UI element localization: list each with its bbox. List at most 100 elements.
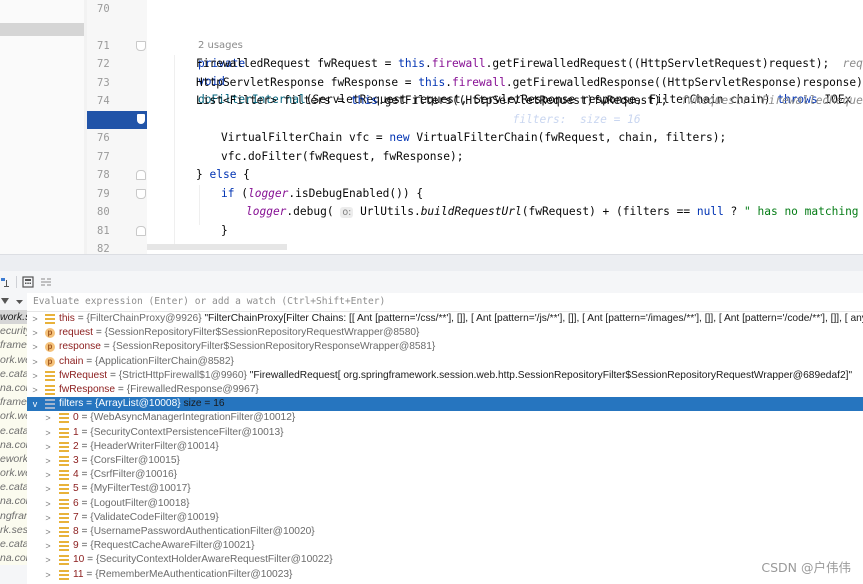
list-item[interactable]: >0 = {WebAsyncManagerIntegrationFilter@1… [27, 411, 863, 425]
fold-icon[interactable] [136, 189, 146, 199]
chevron-right-icon[interactable]: > [44, 511, 52, 525]
stack-frame[interactable]: work.s [0, 310, 27, 325]
stack-frame[interactable]: na.core [0, 494, 27, 509]
chevron-right-icon[interactable]: > [31, 340, 39, 354]
chevron-right-icon[interactable]: > [44, 539, 52, 553]
project-tree-selected-row[interactable] [0, 23, 86, 36]
stack-frame[interactable]: e.catal [0, 423, 27, 438]
code-line-79: if (logger.isDebugEnabled()) { [221, 185, 863, 203]
stack-frame[interactable]: rk.sess [0, 522, 27, 537]
chevron-right-icon[interactable]: > [44, 468, 52, 482]
chevron-right-icon[interactable]: > [44, 568, 52, 582]
variable-row[interactable]: > p request = {SessionRepositoryFilter$Ses… [27, 326, 863, 340]
list-item[interactable]: >9 = {RequestCacheAwareFilter@10021} [27, 539, 863, 553]
calculator-icon[interactable] [22, 276, 34, 288]
field-icon [45, 370, 55, 381]
list-item[interactable]: >8 = {UsernamePasswordAuthenticationFilt… [27, 525, 863, 539]
code-text: VirtualFilterChain vfc = [221, 131, 390, 144]
chevron-down-icon[interactable]: v [31, 397, 39, 411]
usages-hint-line: 2 usages [171, 18, 863, 51]
stack-frame[interactable]: ngfram [0, 508, 27, 523]
keyword: new [389, 131, 410, 144]
code-text: .isDebugEnabled()) { [288, 187, 424, 200]
variable-row[interactable]: > p response = {SessionRepositoryFilter$Se… [27, 340, 863, 354]
stack-frame[interactable]: framew [0, 338, 27, 353]
field-icon [59, 541, 69, 552]
stack-frame[interactable]: na.core [0, 380, 27, 396]
chevron-right-icon[interactable]: > [31, 312, 39, 326]
list-item[interactable]: >11 = {RememberMeAuthenticationFilter@10… [27, 568, 863, 582]
keyword: if [221, 187, 235, 200]
keyword: else [209, 168, 237, 181]
chevron-right-icon[interactable]: > [44, 525, 52, 539]
item-type: {RememberMeAuthenticationFilter@10023} [95, 568, 293, 580]
item-type: {LogoutFilter@10018} [90, 497, 190, 509]
equals-sign: = [84, 554, 96, 566]
list-item[interactable]: >5 = {MyFilterTest@10017} [27, 482, 863, 496]
stack-frame[interactable]: na.core [0, 551, 27, 566]
stack-frame[interactable]: ecurity. [0, 324, 27, 339]
stack-frame[interactable]: e.catal [0, 537, 27, 552]
chevron-right-icon[interactable]: > [31, 355, 39, 369]
stack-frame[interactable]: ork.we [0, 409, 27, 424]
stack-frame[interactable]: e.catal [0, 366, 27, 381]
list-item[interactable]: >3 = {CorsFilter@10015} [27, 454, 863, 468]
chevron-right-icon[interactable]: > [31, 383, 39, 397]
variable-row[interactable]: > p chain = {ApplicationFilterChain@8582} [27, 355, 863, 369]
show-types-icon[interactable] [1, 276, 13, 288]
item-text: 2 = {HeaderWriterFilter@10014} [73, 440, 219, 454]
code-text: ( [234, 187, 248, 200]
fold-icon[interactable] [136, 226, 146, 236]
filter-icon[interactable] [1, 298, 9, 304]
chevron-right-icon[interactable]: > [44, 426, 52, 440]
list-item[interactable]: >1 = {SecurityContextPersistenceFilter@1… [27, 426, 863, 440]
restore-layout-icon[interactable] [40, 276, 52, 288]
stack-frame[interactable]: framew [0, 395, 27, 410]
debug-toolbar [0, 271, 863, 294]
stack-frame[interactable]: ework. [0, 451, 27, 467]
list-item[interactable]: >10 = {SecurityContextHolderAwareRequest… [27, 553, 863, 567]
code-text: } [196, 168, 210, 181]
list-item[interactable]: >7 = {ValidateCodeFilter@10019} [27, 511, 863, 525]
equals-sign: = [83, 568, 96, 580]
code-text: .getFilters((HttpServletRequest)fwReques… [377, 94, 668, 107]
evaluate-expression-input[interactable] [33, 294, 853, 309]
chevron-right-icon[interactable]: > [44, 440, 52, 454]
fold-icon[interactable] [137, 114, 145, 124]
fold-icon[interactable] [136, 170, 146, 180]
stack-frame[interactable]: na.core [0, 437, 27, 452]
item-type: {MyFilterTest@10017} [90, 483, 191, 495]
stack-frame[interactable]: ork.we [0, 352, 27, 367]
chevron-right-icon[interactable]: > [44, 497, 52, 511]
code-text: . [425, 57, 432, 70]
variable-row[interactable]: > this = {FilterChainProxy@9926} "FilterC… [27, 312, 863, 326]
variable-text: fwResponse = {FirewalledResponse@9967} [59, 383, 259, 397]
chevron-down-icon[interactable] [16, 300, 23, 304]
variable-row[interactable]: v filters = {ArrayList@10008} size = 16 [27, 397, 863, 412]
variable-row[interactable]: > fwResponse = {FirewalledResponse@9967} [27, 383, 863, 397]
variable-row[interactable]: > fwRequest = {StrictHttpFirewall$1@9960}… [27, 369, 863, 383]
stack-frame[interactable]: ork.we [0, 466, 27, 481]
item-type: {WebAsyncManagerIntegrationFilter@10012} [90, 412, 296, 424]
code-text: List<Filter> filters = [196, 94, 351, 107]
item-text: 9 = {RequestCacheAwareFilter@10021} [73, 539, 255, 553]
code-line-72: FirewalledRequest fwRequest = this.firew… [196, 55, 863, 73]
list-item[interactable]: >4 = {CsrfFilter@10016} [27, 468, 863, 482]
list-item[interactable]: >6 = {LogoutFilter@10018} [27, 497, 863, 511]
field-ref: firewall [431, 57, 486, 70]
chevron-right-icon[interactable]: > [44, 553, 52, 567]
editor-horizontal-scrollbar[interactable] [147, 244, 287, 250]
chevron-right-icon[interactable]: > [44, 411, 52, 425]
chevron-right-icon[interactable]: > [31, 369, 39, 383]
line-number: 80 [97, 206, 110, 218]
indent-guide [199, 185, 200, 225]
code-editor[interactable]: 2 usages private void doFilterInternal(S… [147, 0, 863, 254]
stack-frame[interactable]: e.catal [0, 480, 27, 495]
code-line-71: private void doFilterInternal(ServletReq… [171, 37, 863, 106]
list-item[interactable]: >2 = {HeaderWriterFilter@10014} [27, 440, 863, 454]
inline-value-hint: request: S [842, 57, 863, 70]
chevron-right-icon[interactable]: > [44, 454, 52, 468]
chevron-right-icon[interactable]: > [31, 326, 39, 340]
fold-icon[interactable] [136, 41, 146, 51]
chevron-right-icon[interactable]: > [44, 482, 52, 496]
